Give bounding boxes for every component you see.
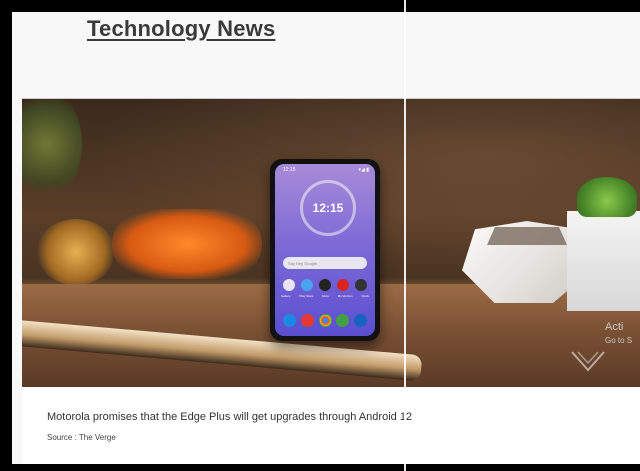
clock-widget: 12:15 (300, 180, 356, 236)
app-label: Gallery (281, 294, 291, 298)
camera-app-icon (336, 314, 350, 327)
phone-screen: 12:15 ▾◢ ▮ 12:15 Say Hey Google Gallery … (275, 164, 375, 336)
article-caption[interactable]: Motorola promises that the Edge Plus wil… (47, 411, 412, 423)
app-row (283, 279, 367, 291)
split-divider (404, 0, 406, 471)
succulent-plant (577, 177, 637, 217)
window-frame: Technology News 12:15 ▾◢ ▮ 12:15 Say Hey… (0, 0, 640, 471)
activate-windows-watermark: Acti Go to S (605, 321, 632, 347)
app-labels: Gallery Play Store Moto My Verizon Clock (281, 294, 369, 298)
bokeh-light-orange (112, 209, 262, 279)
article-image[interactable]: 12:15 ▾◢ ▮ 12:15 Say Hey Google Gallery … (22, 99, 640, 387)
verge-watermark-icon (571, 351, 605, 372)
bokeh-light-yellow (36, 219, 116, 285)
activate-title: Acti (605, 321, 624, 333)
white-planter-2 (567, 211, 640, 311)
phone-status-bar: 12:15 ▾◢ ▮ (283, 167, 369, 173)
activate-subtitle: Go to S (605, 336, 633, 345)
page-title: Technology News (87, 16, 276, 41)
verizon-icon (337, 279, 349, 291)
phone-app-icon (283, 314, 296, 327)
play-store-icon (301, 279, 313, 291)
gallery-icon (283, 279, 295, 291)
clock-app-icon (355, 279, 367, 291)
smartphone: 12:15 ▾◢ ▮ 12:15 Say Hey Google Gallery … (270, 159, 380, 341)
clock-time: 12:15 (312, 201, 344, 215)
app-label: Clock (361, 294, 369, 298)
moto-icon (319, 279, 331, 291)
page: Technology News 12:15 ▾◢ ▮ 12:15 Say Hey… (12, 12, 640, 464)
app-label: My Verizon (337, 294, 353, 298)
news-card[interactable]: 12:15 ▾◢ ▮ 12:15 Say Hey Google Gallery … (22, 98, 640, 464)
article-source: Source : The Verge (47, 433, 116, 442)
status-time: 12:15 (283, 167, 296, 173)
planter-soil (487, 227, 567, 245)
phone-search-text: Say Hey Google (288, 260, 318, 266)
chrome-icon (318, 314, 332, 327)
settings-app-icon (354, 314, 367, 327)
app-label: Moto (322, 294, 329, 298)
phone-search-bar: Say Hey Google (283, 257, 367, 269)
app-dock (283, 314, 367, 327)
messages-app-icon (300, 314, 314, 327)
status-icons: ▾◢ ▮ (358, 167, 370, 173)
app-label: Play Store (299, 294, 314, 298)
